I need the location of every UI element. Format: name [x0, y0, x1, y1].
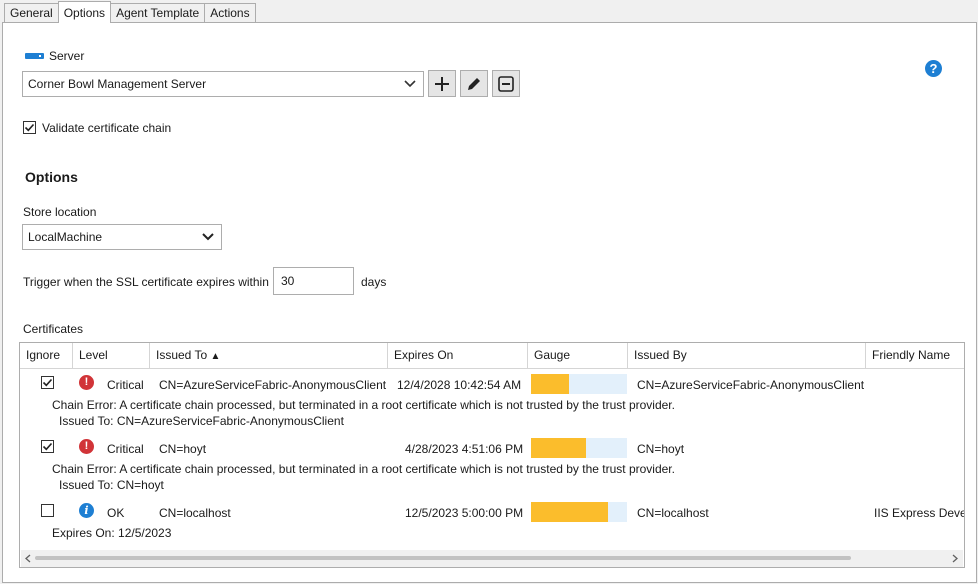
row-detail-chain-error: Chain Error: A certificate chain process…: [52, 398, 675, 412]
column-header-ignore[interactable]: Ignore: [20, 343, 73, 368]
row-detail-expires-on: Expires On: 12/5/2023: [52, 526, 172, 540]
scrollbar-thumb[interactable]: [35, 556, 851, 560]
tab-general[interactable]: General: [4, 3, 59, 23]
column-header-level[interactable]: Level: [73, 343, 150, 368]
tab-agent-template[interactable]: Agent Template: [110, 3, 206, 23]
column-header-issued-by[interactable]: Issued By: [628, 343, 866, 368]
row-gauge: [531, 502, 627, 522]
pencil-icon: [468, 77, 480, 90]
gauge-fill: [531, 502, 608, 522]
critical-icon: !: [79, 439, 94, 454]
server-label: Server: [49, 49, 85, 63]
options-heading: Options: [25, 169, 78, 185]
trigger-label: Trigger when the SSL certificate expires…: [23, 275, 269, 289]
row-level: OK: [107, 506, 125, 520]
scroll-left-icon[interactable]: [24, 554, 32, 563]
trigger-days-value: 30: [281, 274, 295, 288]
add-server-button[interactable]: [428, 70, 456, 97]
minus-box-icon: [498, 75, 514, 92]
info-icon: i: [79, 503, 94, 518]
critical-icon: !: [79, 375, 94, 390]
server-select[interactable]: Corner Bowl Management Server: [22, 71, 424, 97]
row-gauge: [531, 374, 627, 394]
chevron-down-icon: [404, 80, 416, 88]
row-issued-to: CN=hoyt: [159, 442, 207, 456]
row-issued-to: CN=localhost: [159, 506, 231, 520]
column-header-friendly-name[interactable]: Friendly Name: [866, 343, 964, 368]
plus-icon: [435, 76, 449, 91]
row-friendly-name: IIS Express Devel: [874, 506, 965, 520]
chevron-down-icon: [202, 233, 214, 241]
checkmark-icon: [42, 378, 53, 387]
scroll-right-icon[interactable]: [951, 554, 959, 563]
row-issued-to: CN=AzureServiceFabric-AnonymousClient: [159, 378, 387, 392]
server-select-value: Corner Bowl Management Server: [28, 77, 207, 91]
server-icon: [25, 53, 44, 59]
trigger-unit-label: days: [361, 275, 387, 289]
row-gauge: [531, 438, 627, 458]
certificates-label: Certificates: [23, 322, 84, 336]
help-icon[interactable]: ?: [925, 60, 942, 77]
row-detail-issued-to: Issued To: CN=hoyt: [59, 478, 164, 492]
row-expires-on: 12/4/2028 10:42:54 AM: [397, 378, 522, 392]
trigger-days-input[interactable]: 30: [273, 267, 354, 295]
certificates-grid: Ignore Level Issued To ▲ Expires On Gaug…: [19, 342, 965, 568]
row-detail-chain-error: Chain Error: A certificate chain process…: [52, 462, 675, 476]
tab-options[interactable]: Options: [57, 1, 112, 23]
row-issued-by: CN=AzureServiceFabric-AnonymousClient: [637, 378, 865, 392]
row-issued-by: CN=hoyt: [637, 442, 685, 456]
row-issued-by: CN=localhost: [637, 506, 709, 520]
row-detail-issued-to: Issued To: CN=AzureServiceFabric-Anonymo…: [59, 414, 344, 428]
row-expires-on: 12/5/2023 5:00:00 PM: [405, 506, 524, 520]
store-location-value: LocalMachine: [28, 230, 103, 244]
gauge-fill: [531, 438, 586, 458]
column-header-issued-to[interactable]: Issued To ▲: [150, 343, 388, 368]
gauge-fill: [531, 374, 570, 394]
row-ignore-checkbox[interactable]: [41, 440, 54, 453]
options-panel: Server Corner Bowl Management Server ? V…: [2, 22, 977, 583]
row-level: Critical: [107, 442, 144, 456]
column-header-expires-on[interactable]: Expires On: [388, 343, 528, 368]
horizontal-scrollbar[interactable]: [21, 550, 963, 567]
checkmark-icon: [24, 123, 35, 132]
edit-server-button[interactable]: [460, 70, 488, 97]
remove-server-button[interactable]: [492, 70, 520, 97]
store-location-label: Store location: [23, 205, 97, 219]
tab-strip: General Options Agent Template Actions: [4, 1, 256, 23]
row-ignore-checkbox[interactable]: [41, 504, 54, 517]
validate-chain-checkbox[interactable]: [23, 121, 36, 134]
validate-chain-label: Validate certificate chain: [42, 121, 172, 135]
sort-ascending-icon: ▲: [210, 351, 221, 362]
row-level: Critical: [107, 378, 144, 392]
column-header-gauge[interactable]: Gauge: [528, 343, 628, 368]
row-expires-on: 4/28/2023 4:51:06 PM: [405, 442, 524, 456]
grid-header: Ignore Level Issued To ▲ Expires On Gaug…: [20, 343, 964, 369]
row-ignore-checkbox[interactable]: [41, 376, 54, 389]
checkmark-icon: [42, 442, 53, 451]
store-location-select[interactable]: LocalMachine: [22, 224, 222, 250]
tab-actions[interactable]: Actions: [204, 3, 256, 23]
